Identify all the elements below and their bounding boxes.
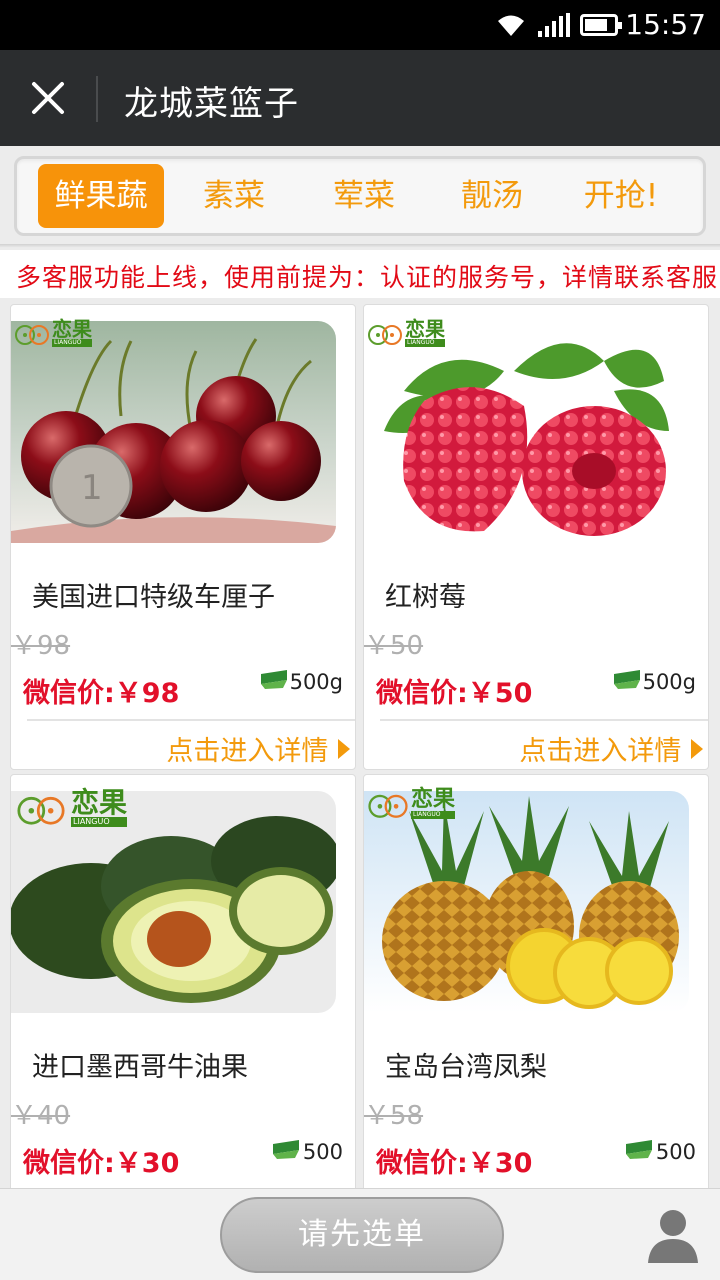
- battery-level: [585, 19, 608, 31]
- nav-divider: [96, 76, 98, 122]
- detail-link-label: 点击进入详情: [166, 736, 329, 767]
- tab-fresh-produce[interactable]: 鲜果蔬: [38, 164, 164, 228]
- notice-text: 多客服功能上线，使用前提为：认证的服务号，详情联系客服: [16, 263, 719, 292]
- tab-flash-sale[interactable]: 开抢!: [569, 164, 673, 228]
- wifi-icon: [498, 15, 524, 36]
- original-price: ￥40: [11, 1101, 71, 1131]
- status-time: 15:57: [625, 8, 706, 41]
- product-name: 红树莓: [385, 582, 466, 613]
- chevron-right-icon: [691, 739, 703, 759]
- wechat-price: 微信价:￥30: [23, 1148, 180, 1179]
- status-icons: [496, 12, 622, 38]
- original-price: ￥58: [364, 1101, 424, 1131]
- brand-fruit-icon: [17, 796, 65, 825]
- brand-name: 恋果: [411, 787, 456, 812]
- weight-scale-icon: [261, 670, 287, 689]
- brand-name-en: LIANGUO: [405, 339, 445, 347]
- wechat-price: 微信价:￥30: [376, 1148, 533, 1179]
- brand-logo: 恋果 LIANGUO: [15, 319, 92, 347]
- brand-fruit-icon: [368, 325, 402, 345]
- product-image-raspberries[interactable]: [364, 321, 689, 543]
- original-price: ￥50: [364, 631, 424, 661]
- user-icon[interactable]: [646, 1207, 700, 1263]
- weight-scale-icon: [626, 1140, 652, 1159]
- product-weight: 500g: [289, 670, 343, 694]
- battery-icon: [580, 14, 622, 36]
- brand-name: 恋果: [52, 317, 92, 341]
- page-title: 龙城菜篮子: [124, 84, 299, 124]
- brand-name-en: LIANGUO: [411, 811, 456, 819]
- brand-logo: 恋果 LIANGUO: [368, 319, 445, 347]
- brand-fruit-icon: [368, 794, 408, 818]
- brand-logo: 恋果 LIANGUO: [368, 787, 456, 819]
- title-bar: 龙城菜篮子: [0, 50, 720, 146]
- tab-meat[interactable]: 荤菜: [312, 164, 416, 228]
- detail-link[interactable]: 点击进入详情: [519, 729, 704, 768]
- card-divider: [380, 719, 708, 721]
- wechat-price: 微信价:￥50: [376, 678, 533, 709]
- product-weight: 500: [655, 1140, 696, 1164]
- brand-fruit-icon: [15, 325, 49, 345]
- product-card[interactable]: 1 恋果 LIANGUO 美国进口特级车厘子 ￥98 微信价:￥98 500g …: [10, 304, 356, 770]
- product-image-pineapples[interactable]: [364, 791, 689, 1013]
- card-divider: [27, 719, 355, 721]
- brand-name: 恋果: [405, 317, 445, 341]
- brand-name-en: LIANGUO: [71, 817, 128, 827]
- tab-soup[interactable]: 靓汤: [440, 164, 544, 228]
- product-name: 宝岛台湾凤梨: [385, 1052, 547, 1083]
- product-name: 进口墨西哥牛油果: [32, 1052, 248, 1083]
- category-tabs: 鲜果蔬 素菜 荤菜 靓汤 开抢!: [14, 156, 706, 236]
- product-weight: 500: [302, 1140, 343, 1164]
- brand-name: 恋果: [71, 786, 128, 819]
- product-image-cherries[interactable]: 1: [11, 321, 336, 543]
- weight-scale-icon: [614, 670, 640, 689]
- product-weight: 500g: [642, 670, 696, 694]
- svg-text:1: 1: [81, 468, 103, 508]
- wechat-price: 微信价:￥98: [23, 678, 180, 709]
- notice-marquee: 多客服功能上线，使用前提为：认证的服务号，详情联系客服: [0, 250, 720, 298]
- chevron-right-icon: [338, 739, 350, 759]
- product-name: 美国进口特级车厘子: [32, 582, 275, 613]
- product-card[interactable]: 恋果 LIANGUO 进口墨西哥牛油果 ￥40 微信价:￥30 500: [10, 774, 356, 1194]
- brand-logo: 恋果 LIANGUO: [15, 786, 128, 827]
- original-price: ￥98: [11, 631, 71, 661]
- tab-vegetarian[interactable]: 素菜: [182, 164, 286, 228]
- bottom-bar: 请先选单: [0, 1188, 720, 1280]
- product-card[interactable]: 恋果 LIANGUO 宝岛台湾凤梨 ￥58 微信价:￥30 500: [363, 774, 709, 1194]
- status-bar: 15:57: [0, 0, 720, 50]
- close-icon[interactable]: [24, 74, 72, 122]
- select-order-button[interactable]: 请先选单: [220, 1197, 504, 1273]
- detail-link[interactable]: 点击进入详情: [166, 729, 351, 768]
- brand-name-en: LIANGUO: [52, 339, 92, 347]
- weight-scale-icon: [273, 1140, 299, 1159]
- tabs-divider: [0, 244, 720, 248]
- detail-link-label: 点击进入详情: [519, 736, 682, 767]
- product-card[interactable]: 恋果 LIANGUO 红树莓 ￥50 微信价:￥50 500g 点击进入详情: [363, 304, 709, 770]
- signal-icon: [538, 13, 570, 37]
